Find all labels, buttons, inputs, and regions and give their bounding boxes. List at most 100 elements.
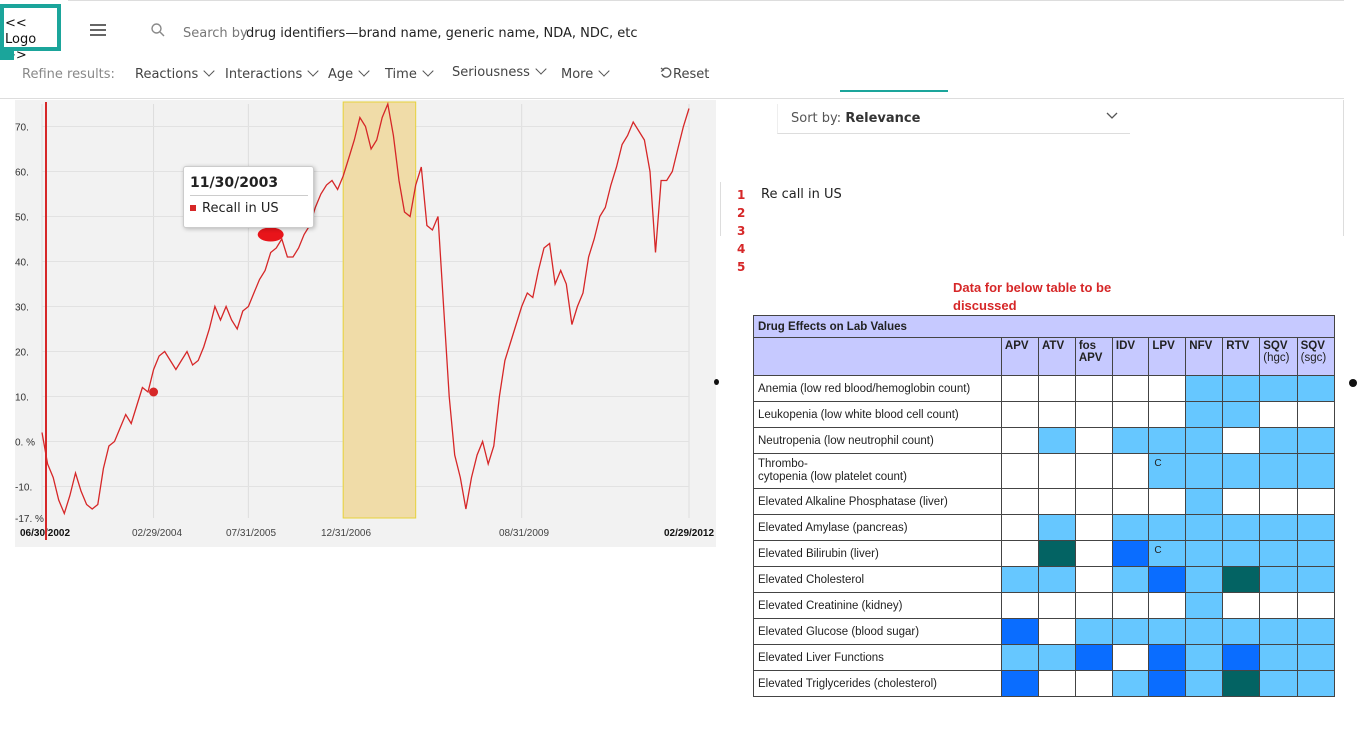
- column-name: NFV: [1189, 340, 1213, 352]
- table-cell: [1000, 427, 1039, 454]
- filter-bar: Refine results: Reactions Interactions A…: [0, 62, 1344, 98]
- table-cell: [1296, 375, 1336, 402]
- table-cell: [1222, 566, 1261, 593]
- filter-seriousness[interactable]: Seriousness: [452, 63, 547, 80]
- chevron-down-icon: [598, 65, 610, 77]
- x-tick-label: 12/31/2006: [321, 528, 371, 539]
- chevron-down-icon: [422, 65, 434, 77]
- table-cell: [1037, 514, 1076, 541]
- table-cell: [1185, 427, 1224, 454]
- table-cell: [1148, 670, 1187, 697]
- table-cell: [1259, 375, 1298, 402]
- row-label: Elevated Creatinine (kidney): [753, 592, 1002, 619]
- table-cell: [1074, 401, 1113, 428]
- filter-more[interactable]: More: [561, 65, 610, 82]
- table-cell: [1222, 401, 1261, 428]
- table-cell: [1222, 644, 1261, 671]
- table-cell: [1111, 514, 1150, 541]
- table-cell: [1074, 592, 1113, 619]
- table-row: Thrombo-cytopenia (low platelet count) C: [753, 453, 1336, 489]
- panel-border: [1343, 100, 1344, 236]
- table-cell: [1185, 592, 1224, 619]
- table-cell: [1222, 670, 1261, 697]
- column-header: NFV: [1185, 337, 1224, 376]
- reset-button[interactable]: Reset: [660, 67, 709, 82]
- table-row: Elevated Creatinine (kidney): [753, 592, 1336, 619]
- sort-dropdown[interactable]: Sort by: Relevance: [777, 104, 1130, 134]
- table-cell: [1000, 644, 1039, 671]
- lab-values-table: Drug Effects on Lab Values APV ATV fos APV…: [753, 315, 1336, 697]
- table-cell: [1037, 566, 1076, 593]
- table-cell: [1000, 618, 1039, 645]
- reset-label: Reset: [673, 67, 710, 82]
- row-label: Elevated Alkaline Phosphatase (liver): [753, 488, 1002, 515]
- y-tick-label: 30.: [15, 303, 29, 314]
- filter-interactions[interactable]: Interactions: [225, 65, 319, 82]
- table-row: Leukopenia (low white blood cell count): [753, 401, 1336, 428]
- table-cell: [1148, 566, 1187, 593]
- table-cell: [1037, 670, 1076, 697]
- data-marker[interactable]: [149, 387, 159, 397]
- table-cell: [1259, 618, 1298, 645]
- search-icon: [151, 23, 165, 37]
- table-cell: [1185, 644, 1224, 671]
- table-cell: [1074, 514, 1113, 541]
- column-subname: (hgc): [1263, 352, 1290, 364]
- table-header-blank: [753, 337, 1002, 376]
- logo[interactable]: << Logo >>: [0, 4, 61, 63]
- filter-age[interactable]: Age: [328, 65, 370, 82]
- table-cell: [1148, 401, 1187, 428]
- filter-reactions[interactable]: Reactions: [135, 65, 215, 82]
- result-item[interactable]: Re call in US: [761, 187, 842, 202]
- y-tick-label: 50.: [15, 213, 29, 224]
- column-name: APV: [1004, 340, 1029, 352]
- active-tab-indicator: [840, 90, 948, 92]
- table-row: Elevated Glucose (blood sugar): [753, 618, 1336, 645]
- table-cell: [1074, 488, 1113, 515]
- recall-marker[interactable]: [257, 227, 284, 242]
- column-header: LPV: [1148, 337, 1187, 376]
- table-cell: [1111, 401, 1150, 428]
- row-label: Elevated Glucose (blood sugar): [753, 618, 1002, 645]
- filter-time[interactable]: Time: [385, 65, 434, 82]
- table-cell: [1296, 401, 1336, 428]
- table-cell: [1111, 488, 1150, 515]
- table-cell: [1259, 670, 1298, 697]
- table-cell: [1111, 644, 1150, 671]
- table-cell: [1222, 618, 1261, 645]
- table-cell: [1148, 644, 1187, 671]
- column-header: IDV: [1111, 337, 1150, 376]
- row-label: Elevated Amylase (pancreas): [753, 514, 1002, 541]
- table-cell: [1259, 514, 1298, 541]
- column-name: IDV: [1115, 340, 1136, 352]
- column-name: RTV: [1226, 340, 1250, 352]
- marker-dot: [1349, 379, 1357, 387]
- result-number: 5: [737, 260, 746, 274]
- table-cell: [1111, 375, 1150, 402]
- column-name: SQV: [1263, 340, 1288, 352]
- table-cell: [1296, 644, 1336, 671]
- table-cell: [1000, 592, 1039, 619]
- menu-icon[interactable]: [90, 24, 106, 38]
- table-cell: [1074, 453, 1113, 489]
- table-cell: [1259, 540, 1298, 567]
- row-label-line: Thrombo-: [758, 458, 808, 470]
- table-row: Neutropenia (low neutrophil count): [753, 427, 1336, 454]
- table-cell: [1222, 375, 1261, 402]
- chevron-down-icon: [307, 65, 319, 77]
- table-cell: [1000, 453, 1039, 489]
- panel-border: [720, 182, 721, 236]
- column-name: LPV: [1152, 340, 1175, 352]
- y-tick-label: -17. %: [15, 514, 44, 525]
- table-cell: [1222, 592, 1261, 619]
- table-cell: [1000, 566, 1039, 593]
- table-cell: [1148, 488, 1187, 515]
- sort-prefix: Sort by:: [791, 111, 842, 126]
- table-cell: [1037, 453, 1076, 489]
- result-number: 1: [737, 188, 746, 202]
- filter-divider: [0, 98, 1344, 99]
- table-cell: [1037, 618, 1076, 645]
- table-cell: [1259, 488, 1298, 515]
- column-subname: (sgc): [1300, 352, 1327, 364]
- table-cell: [1111, 566, 1150, 593]
